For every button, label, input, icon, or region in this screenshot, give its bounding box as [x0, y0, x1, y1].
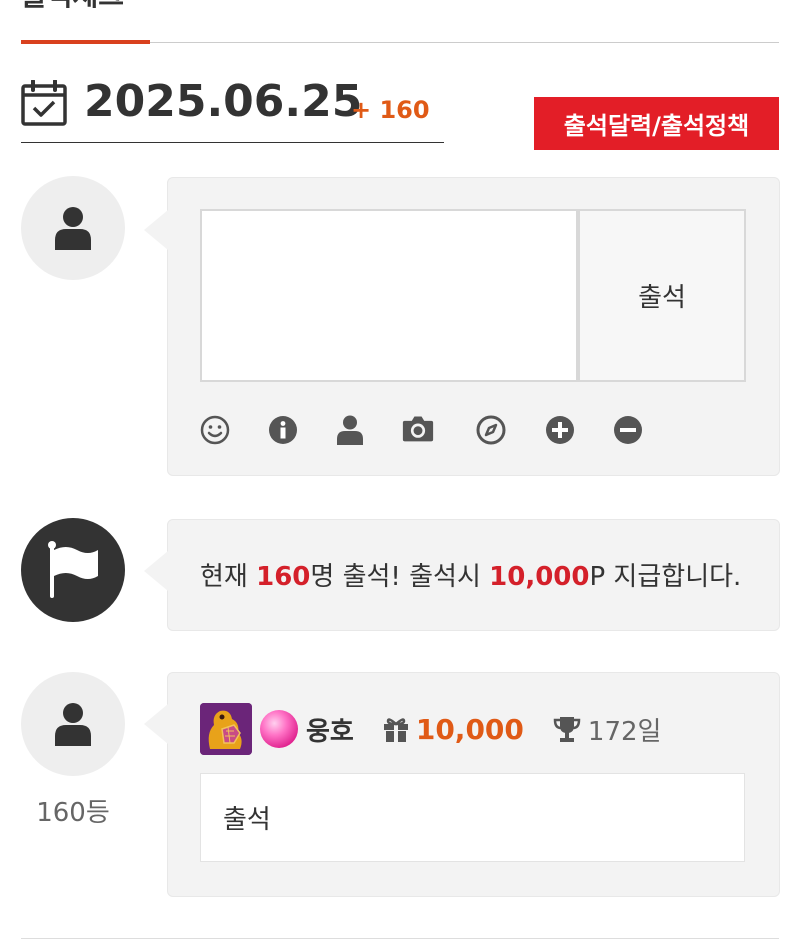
comment-textarea[interactable] [200, 209, 578, 382]
attendance-rank: 160등 [36, 798, 110, 828]
user-icon[interactable] [334, 414, 366, 446]
page-title: 출석체크 [21, 0, 124, 10]
plus-circle-icon[interactable] [544, 414, 576, 446]
user-icon [55, 703, 91, 746]
title-accent-bar [21, 40, 150, 44]
trophy-icon [553, 717, 581, 742]
attendance-days: 172일 [587, 716, 662, 747]
entry-user-row: 웅호 10,000 172일 [200, 703, 662, 755]
reward-points: 10,000 [489, 562, 590, 592]
smile-icon[interactable] [199, 414, 231, 446]
attendance-submit-button[interactable]: 출석 [578, 209, 746, 382]
minus-circle-icon[interactable] [612, 414, 644, 446]
camera-icon[interactable] [402, 412, 434, 444]
bottom-divider [21, 938, 779, 939]
attendance-notice: 현재 160명 출석! 출석시 10,000P 지급합니다. [200, 562, 742, 592]
bubble-arrow [144, 704, 168, 744]
flag-icon [48, 541, 98, 598]
current-date: 2025.06.25 [84, 76, 363, 127]
calendar-check-icon [21, 80, 67, 126]
compass-icon[interactable] [475, 414, 507, 446]
notice-flag-avatar [21, 518, 125, 622]
attendance-plus-count: + 160 [351, 96, 430, 124]
gift-icon [383, 718, 408, 742]
member-nickname[interactable]: 웅호 [306, 711, 354, 748]
member-points: 10,000 [415, 712, 524, 746]
bubble-arrow [144, 210, 168, 250]
member-avatar [21, 672, 125, 776]
level-icon [200, 703, 252, 755]
bubble-arrow [144, 551, 168, 591]
date-row: 2025.06.25 + 160 [21, 74, 444, 143]
attendee-count: 160 [256, 562, 311, 592]
entry-message: 출석 [200, 773, 745, 862]
my-avatar [21, 176, 125, 280]
info-icon[interactable] [267, 414, 299, 446]
user-icon [55, 207, 91, 250]
attendance-policy-button[interactable]: 출석달력/출석정책 [534, 97, 779, 150]
member-gem-icon [260, 710, 298, 748]
